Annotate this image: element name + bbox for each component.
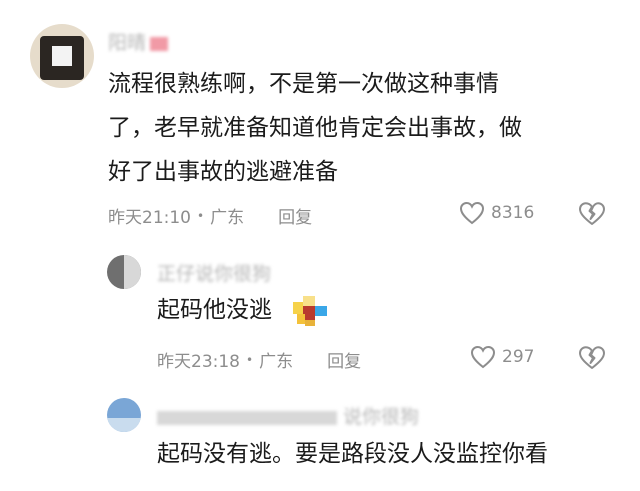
pixelated-emoji-icon	[293, 296, 327, 326]
avatar[interactable]	[30, 24, 94, 88]
like-button[interactable]: 8316	[459, 201, 534, 225]
comment-text-line: 好了出事故的逃避准备	[108, 159, 338, 185]
comment-username[interactable]: 说你很狗	[157, 402, 419, 429]
comment-text-line: 起码没有逃。要是路段没人没监控你看	[157, 441, 548, 467]
comment-text-line: 起码他没逃	[157, 297, 272, 323]
heart-outline-icon	[459, 201, 485, 225]
comment-meta: 昨天21:10 • 广东 回复	[108, 203, 312, 228]
comment-location: 广东	[259, 352, 294, 372]
comment-location: 广东	[210, 208, 245, 228]
like-button[interactable]: 297	[470, 345, 534, 369]
reply-button[interactable]: 回复	[278, 203, 312, 228]
avatar[interactable]	[107, 255, 141, 289]
comment-text-line: 流程很熟练啊，不是第一次做这种事情	[108, 71, 499, 97]
comment-time: 昨天21:10	[108, 208, 191, 228]
comment-time: 昨天23:18	[157, 352, 240, 372]
reply-button[interactable]: 回复	[327, 347, 361, 372]
separator-dot: •	[246, 352, 254, 367]
separator-dot: •	[197, 208, 205, 223]
like-count: 8316	[491, 203, 535, 223]
heart-outline-icon	[470, 345, 496, 369]
comment-text-line: 了，老早就准备知道他肯定会出事故，做	[108, 115, 522, 141]
avatar[interactable]	[107, 398, 141, 432]
broken-heart-icon[interactable]	[578, 345, 606, 371]
comment-username[interactable]: 正仔说你很狗	[157, 259, 271, 286]
like-count: 297	[502, 347, 535, 367]
broken-heart-icon[interactable]	[578, 201, 606, 227]
comment-username[interactable]: 阳晴	[108, 28, 169, 55]
comment-meta: 昨天23:18 • 广东 回复	[157, 347, 361, 372]
